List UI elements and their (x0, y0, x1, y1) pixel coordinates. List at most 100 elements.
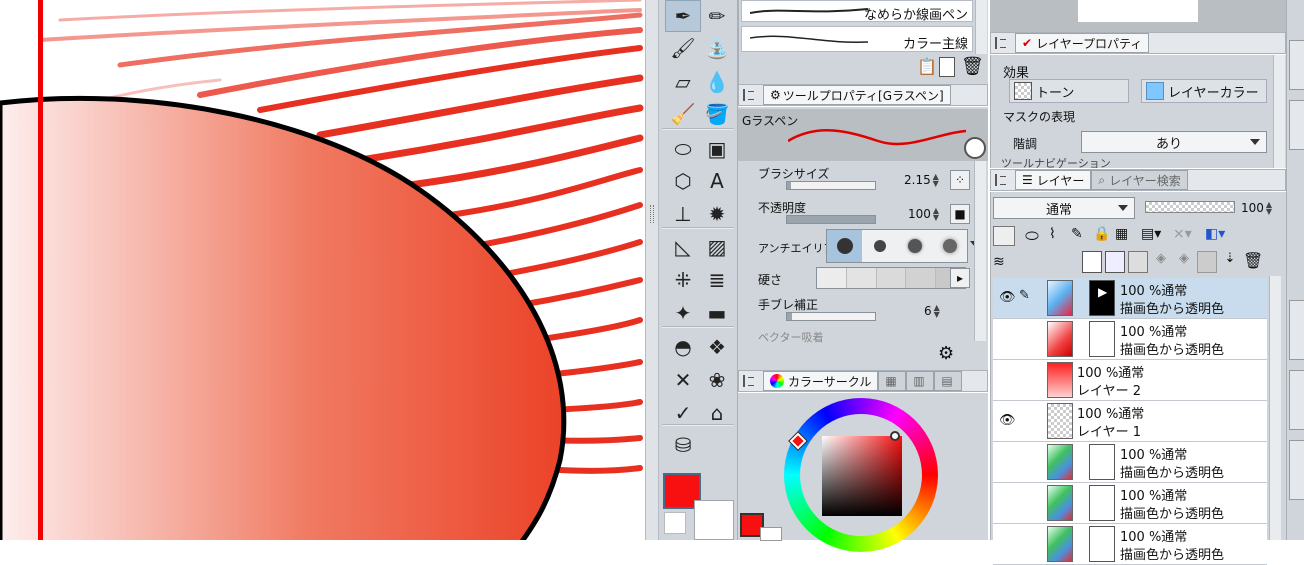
layer-row[interactable]: 100 %通常 描画色から透明色 (993, 442, 1267, 483)
merge-down-icon[interactable]: ◈ (1174, 251, 1194, 273)
brush-size-slider[interactable] (786, 181, 876, 190)
subtool-item[interactable]: なめらか線画ペン (741, 0, 973, 23)
banner-tool-icon[interactable]: ▬ (699, 297, 735, 329)
layer-property-scrollbar[interactable] (1273, 55, 1285, 168)
figure-tool-icon[interactable]: ⬡ (665, 165, 701, 197)
lock-transparency-icon[interactable]: ▦ (1115, 226, 1137, 246)
saturation-value-square[interactable] (822, 436, 902, 516)
tab-color-set[interactable]: ▦ (878, 371, 907, 391)
fill-tool-icon[interactable]: 🪣 (699, 98, 735, 130)
layer-mask-thumbnail[interactable] (1089, 526, 1115, 562)
brush-size-preset-button[interactable]: ⁘ (950, 170, 970, 190)
tab-tool-property[interactable]: ⚙ ツールプロパティ[Gラスペン] (763, 85, 951, 105)
property-scrollbar[interactable] (974, 161, 986, 341)
trash-icon[interactable]: 🗑 (961, 56, 984, 77)
apply-mask-icon[interactable]: ⇣ (1220, 251, 1240, 273)
layer-color-button[interactable]: レイヤーカラー (1141, 79, 1267, 103)
settings-icon[interactable]: ⚙ (938, 343, 954, 364)
layer-mask-thumbnail[interactable] (1089, 485, 1115, 521)
layer-row[interactable]: 100 %通常 描画色から透明色 (993, 319, 1267, 360)
layer-row[interactable]: 👁 ✎ ▶ 100 %通常 描画色から透明色 (993, 278, 1267, 319)
layer-color-toggle-icon[interactable]: ◧▾ (1205, 226, 1233, 246)
trash-icon[interactable]: 🗑 (1243, 251, 1263, 273)
panel-menu-icon[interactable] (995, 174, 1009, 186)
new-raster-layer-icon[interactable] (1082, 251, 1102, 273)
layer-row[interactable]: 100 %通常 レイヤー 2 (993, 360, 1267, 401)
layer-row[interactable]: 100 %通常 描画色から透明色 (993, 524, 1267, 565)
lasso-fill-tool-icon[interactable]: ⬭ (665, 133, 701, 165)
brush-tool-icon[interactable]: 🖌 (665, 32, 701, 64)
color-marker[interactable] (890, 431, 900, 441)
text-tool-icon[interactable]: A (699, 165, 735, 197)
opacity-spinner[interactable]: ▲ ▼ (931, 207, 941, 222)
tab-color-circle[interactable]: カラーサークル (763, 371, 879, 391)
gradient-tool-icon[interactable]: ▣ (699, 133, 735, 165)
transparent-color-swatch[interactable] (664, 512, 686, 534)
eraser-tool-icon[interactable]: ▱ (665, 66, 701, 98)
effect-line-tool-icon[interactable]: ✹ (699, 198, 735, 230)
transfer-down-icon[interactable]: ◈ (1151, 251, 1171, 273)
antialias-medium-option[interactable] (897, 230, 932, 262)
tab-layer-search[interactable]: ⌕ レイヤー検索 (1091, 170, 1188, 190)
palette-color-icon[interactable]: ▤▾ (1141, 226, 1169, 246)
ruler-tool-icon[interactable]: ◺ (665, 231, 701, 263)
hardness-selector[interactable] (816, 267, 966, 289)
antialias-strong-option[interactable] (932, 230, 967, 262)
panel-menu-icon[interactable] (743, 89, 757, 101)
layer-row[interactable]: 👁 100 %通常 レイヤー 1 (993, 401, 1267, 442)
pot-tool-icon[interactable]: ⛁ (665, 429, 701, 461)
copy-subtool-icon[interactable]: 📋 (917, 57, 937, 76)
subtool-item[interactable]: カラー主線 (741, 26, 973, 52)
balloon-tool-icon[interactable]: ⊥ (665, 198, 701, 230)
antialias-weak-option[interactable] (862, 230, 897, 262)
expression-color-button[interactable] (993, 226, 1015, 246)
eye-icon[interactable]: 👁 (999, 413, 1016, 428)
layer-opacity-slider[interactable] (1145, 201, 1235, 213)
lock-icon[interactable]: 🔒 (1093, 226, 1111, 246)
frame-tool-icon[interactable]: ▨ (699, 231, 735, 263)
clip-pen-icon[interactable]: ✎ (1071, 226, 1089, 246)
sparkle-tool-icon[interactable]: ✦ (665, 297, 701, 329)
layer-mask-thumbnail[interactable] (1089, 321, 1115, 357)
layer-mask-thumbnail[interactable]: ▶ (1089, 280, 1115, 316)
zoom-icon[interactable] (964, 137, 986, 159)
new-vector-layer-icon[interactable] (1105, 251, 1125, 273)
create-mask-icon[interactable] (1197, 251, 1217, 273)
panel-menu-icon[interactable] (743, 375, 757, 387)
gradation-dropdown[interactable]: あり (1081, 131, 1267, 153)
layer-opacity-spinner[interactable]: ▲ ▼ (1264, 201, 1274, 216)
tab-intermediate-color[interactable]: ▥ (906, 371, 935, 391)
stabilization-spinner[interactable]: ▲ ▼ (932, 304, 942, 319)
layer-list-scrollbar[interactable] (1269, 276, 1281, 540)
drawing-canvas[interactable] (0, 0, 645, 540)
antialias-none-option[interactable] (827, 230, 862, 262)
hatch-tool-icon[interactable]: ≣ (699, 264, 735, 296)
hat-tool-icon[interactable]: ◓ (665, 331, 701, 363)
opacity-slider[interactable] (786, 215, 876, 224)
layer-row[interactable]: 100 %通常 描画色から透明色 (993, 483, 1267, 524)
brush-size-spinner[interactable]: ▲ ▼ (931, 173, 941, 188)
cross-tool-icon[interactable]: ✕ (665, 364, 701, 396)
previous-color-chip[interactable] (760, 527, 782, 541)
new-folder-icon[interactable] (1128, 251, 1148, 273)
pattern-tool-icon[interactable]: ❖ (699, 331, 735, 363)
tab-layer-property[interactable]: ✔ レイヤープロパティ (1015, 33, 1150, 53)
hardness-next-button[interactable]: ▸ (950, 268, 970, 288)
opacity-toggle-button[interactable]: ■ (950, 204, 970, 224)
mask-toggle-icon[interactable]: ⨯▾ (1173, 226, 1201, 246)
decoration-tool-icon[interactable]: 🧹 (665, 98, 701, 130)
reference-layer-icon[interactable]: ⬭ (1019, 226, 1045, 246)
new-subtool-icon[interactable] (939, 57, 955, 77)
tone-button[interactable]: トーン (1009, 79, 1129, 103)
layer-mask-thumbnail[interactable] (1089, 444, 1115, 480)
blend-mode-dropdown[interactable]: 通常 (993, 197, 1135, 219)
flower-tool-icon[interactable]: ❀ (699, 364, 735, 396)
pencil-tool-icon[interactable]: ✏ (699, 0, 735, 32)
antialias-selector[interactable] (826, 229, 968, 263)
tab-approximate-color[interactable]: ▤ (934, 371, 963, 391)
tab-layer[interactable]: ☰ レイヤー (1015, 170, 1092, 190)
sub-color-swatch[interactable] (694, 500, 734, 540)
speed-line-tool-icon[interactable]: ⁜ (665, 264, 701, 296)
eye-icon[interactable]: 👁 (999, 290, 1016, 305)
airbrush-tool-icon[interactable]: ⛲ (699, 32, 735, 64)
